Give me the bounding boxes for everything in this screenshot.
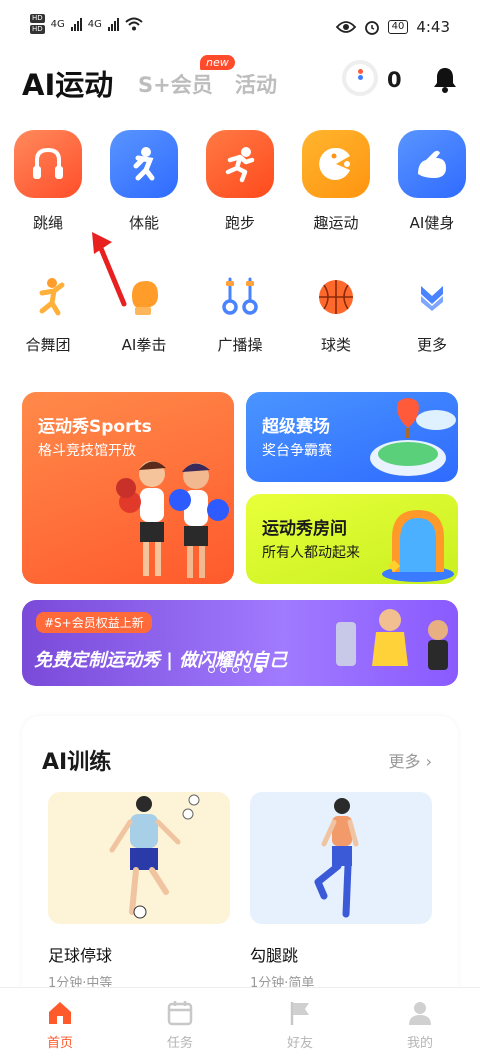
category-label: 趣运动 — [313, 214, 359, 232]
battery-icon: 40 — [387, 20, 409, 34]
more-link[interactable]: 更多 › — [388, 748, 432, 772]
basketball-icon — [309, 270, 363, 324]
category-label: AI拳击 — [121, 336, 167, 354]
status-left: HD HD 4G 4G — [30, 14, 143, 34]
home-icon — [49, 1002, 71, 1024]
fitness-icon — [110, 130, 178, 198]
new-badge: new — [200, 55, 235, 70]
arm-muscle-icon — [398, 130, 466, 198]
nav-label: 任务 — [166, 1036, 193, 1051]
nav-tasks[interactable]: 任务 — [120, 988, 240, 1061]
hd-badge: HD — [30, 14, 45, 23]
course-thumbnail — [250, 792, 432, 924]
carousel-dot — [208, 666, 215, 673]
course-card[interactable]: 勾腿跳 1分钟·简单 — [250, 792, 432, 991]
activity-ring-icon[interactable] — [342, 60, 378, 96]
super-arena-banner[interactable]: 超级赛场 奖台争霸赛 — [246, 392, 458, 482]
calendar-icon — [167, 1001, 193, 1026]
carousel-dot-active — [256, 666, 263, 673]
category-label: AI健身 — [409, 214, 455, 232]
network-label: 4G — [87, 18, 102, 30]
category-fitness[interactable]: 体能 — [96, 130, 192, 233]
red-arrow-annotation — [92, 232, 127, 307]
carousel-dot — [220, 666, 227, 673]
dancers-illustration — [336, 609, 448, 670]
category-broadcast-gym[interactable]: 广播操 — [192, 270, 288, 355]
category-dance[interactable]: 合舞团 — [0, 270, 96, 355]
course-name: 足球停球 — [48, 946, 113, 965]
category-label: 跑步 — [224, 214, 255, 232]
running-icon — [206, 130, 274, 198]
category-ai-fitness[interactable]: AI健身 — [384, 130, 480, 233]
member-tag: #S+会员权益上新 — [36, 612, 152, 633]
dumbbell-icon — [213, 270, 267, 324]
nav-profile[interactable]: 我的 — [360, 988, 480, 1061]
nav-label: 我的 — [406, 1036, 433, 1051]
more-label: 更多 — [388, 752, 421, 771]
clock: 4:43 — [416, 18, 450, 36]
category-label: 跳绳 — [32, 214, 63, 232]
tab-activity[interactable]: 活动 — [235, 69, 277, 99]
nav-home[interactable]: 首页 — [0, 988, 120, 1061]
show-room-banner[interactable]: 运动秀房间 所有人都动起来 — [246, 494, 458, 584]
wifi-icon — [125, 17, 143, 31]
boxers-illustration — [116, 461, 229, 578]
tab-member[interactable]: S+会员 — [138, 69, 213, 99]
category-running[interactable]: 跑步 — [192, 130, 288, 233]
category-label: 合舞团 — [25, 336, 71, 354]
eye-icon — [335, 21, 356, 33]
section-title: AI训练 — [42, 750, 112, 775]
leg-kick-illustration — [314, 798, 359, 918]
chevron-right-icon: › — [425, 752, 432, 771]
category-fun-sport[interactable]: 趣运动 — [288, 130, 384, 233]
network-label: 4G — [50, 18, 65, 30]
banner-subtitle: 所有人都动起来 — [262, 545, 360, 561]
category-label: 球类 — [320, 336, 351, 354]
category-jump-rope[interactable]: 跳绳 — [0, 130, 96, 233]
stadium-illustration — [370, 398, 456, 476]
jump-rope-icon — [14, 130, 82, 198]
nav-label: 好友 — [286, 1036, 313, 1051]
carousel-dots[interactable] — [208, 666, 263, 673]
portal-illustration — [382, 510, 454, 582]
member-benefits-banner[interactable]: #S+会员权益上新 免费定制运动秀 | 做闪耀的自己 — [22, 600, 458, 686]
category-grid-row-2: 合舞团 AI拳击 广播操 球类 更多 — [0, 270, 480, 355]
hd-badge: HD — [30, 25, 45, 34]
dance-icon — [21, 270, 75, 324]
coin-count: 0 — [387, 68, 402, 92]
course-thumbnail — [48, 792, 230, 924]
category-label: 广播操 — [217, 336, 263, 354]
course-name: 勾腿跳 — [250, 946, 299, 965]
category-label: 更多 — [416, 336, 447, 354]
carousel-dot — [232, 666, 239, 673]
banner-title: 超级赛场 — [262, 417, 330, 437]
category-ball[interactable]: 球类 — [288, 270, 384, 355]
fun-sport-icon — [302, 130, 370, 198]
status-right: 40 4:43 — [335, 18, 450, 36]
category-more[interactable]: 更多 — [384, 270, 480, 355]
signal-icon — [107, 17, 119, 31]
category-grid-row-1: 跳绳 体能 跑步 趣运动 AI健身 — [0, 130, 480, 233]
banner-title: 运动秀Sports — [38, 417, 152, 437]
nav-friends[interactable]: 好友 — [240, 988, 360, 1061]
alarm-icon — [364, 21, 379, 35]
bottom-navigation: 首页 任务 好友 我的 — [0, 987, 480, 1061]
banner-title: 运动秀房间 — [262, 519, 347, 539]
chevron-down-icon — [405, 270, 459, 324]
course-card[interactable]: 足球停球 1分钟·中等 — [48, 792, 230, 991]
status-bar: HD HD 4G 4G 40 4:43 — [0, 0, 480, 58]
signal-icon — [70, 17, 82, 31]
ai-training-section: AI训练 更多 › 足球停球 1分钟·中等 勾腿跳 1分钟·简单 — [22, 716, 458, 1006]
carousel-dot — [244, 666, 251, 673]
flag-icon — [290, 1002, 309, 1025]
nav-label: 首页 — [46, 1036, 73, 1051]
page-title[interactable]: AI运动 — [22, 62, 113, 104]
bell-icon[interactable] — [430, 64, 460, 94]
banner-subtitle: 奖台争霸赛 — [262, 443, 332, 459]
sports-show-banner[interactable]: 运动秀Sports 格斗竞技馆开放 — [22, 392, 234, 584]
soccer-player-illustration — [109, 794, 200, 919]
app-header: AI运动 S+会员 new 活动 0 — [0, 55, 480, 110]
profile-icon — [409, 1002, 431, 1025]
